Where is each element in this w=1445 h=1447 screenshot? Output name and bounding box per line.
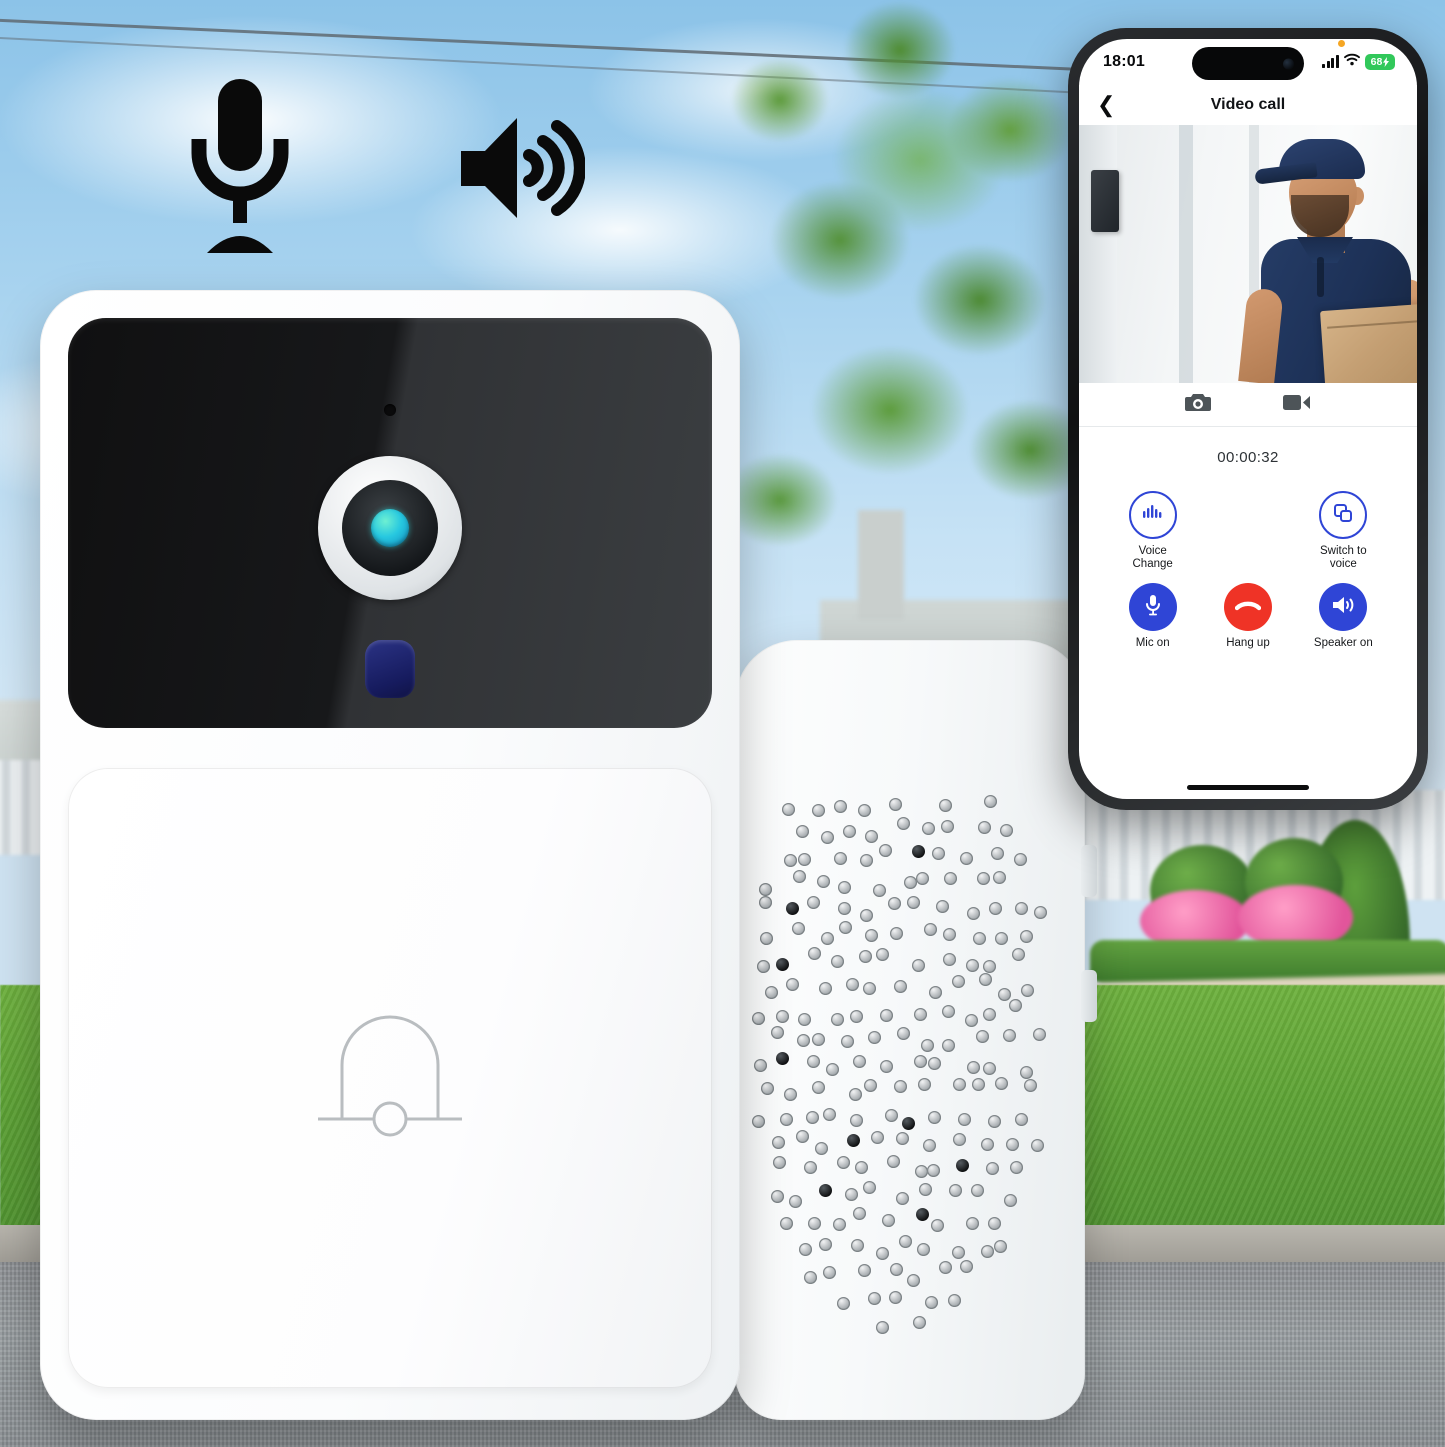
live-video-feed[interactable] <box>1079 125 1417 383</box>
voice-change-label: Voice Change <box>1133 545 1173 571</box>
microphone-icon <box>1144 593 1162 622</box>
call-timer-row: 00:00:32 <box>1079 427 1417 473</box>
speaker-toggle-button[interactable]: Speaker on <box>1297 583 1389 650</box>
switch-to-voice-label-line2: voice <box>1329 558 1357 571</box>
cardboard-package <box>1320 303 1417 383</box>
phone-screen: 18:01 68 ❮ Video call 00:00:32 Voice Cha… <box>1079 39 1417 799</box>
bell-icon <box>302 1001 478 1156</box>
feature-icon-group <box>185 75 586 265</box>
pinhole-microphone <box>384 404 396 416</box>
wifi-icon <box>1344 53 1360 71</box>
hang-up-label: Hang up <box>1226 637 1270 650</box>
voice-change-label-line1: Voice <box>1138 545 1167 557</box>
speaker-icon <box>1331 595 1355 620</box>
chime-volume-button[interactable] <box>1081 845 1097 897</box>
call-controls-grid: Voice Change Switch to voice Mic on Hang… <box>1105 491 1391 651</box>
battery-level: 68 <box>1370 56 1383 68</box>
status-bar: 18:01 68 <box>1079 39 1417 85</box>
nav-bar: ❮ Video call <box>1079 85 1417 125</box>
voice-change-button[interactable]: Voice Change <box>1107 491 1199 571</box>
video-wall-fixture <box>1091 170 1119 232</box>
mic-toggle-label: Mic on <box>1135 637 1170 650</box>
page-title: Video call <box>1210 96 1286 113</box>
speaker-icon <box>455 108 586 233</box>
mic-toggle-button[interactable]: Mic on <box>1107 583 1199 650</box>
camera-icon[interactable] <box>1185 392 1211 418</box>
camera-panel <box>68 318 712 728</box>
call-timer: 00:00:32 <box>1217 449 1279 466</box>
switch-to-voice-label-line1: Switch to <box>1319 545 1367 557</box>
phone-hangup-icon <box>1234 597 1262 618</box>
wireless-chime-receiver <box>735 640 1097 1420</box>
call-controls: Voice Change Switch to voice Mic on Hang… <box>1079 473 1417 799</box>
voice-waveform-icon <box>1142 504 1164 527</box>
switch-windows-icon <box>1332 502 1354 529</box>
video-doorbell-unit <box>40 290 740 1420</box>
chevron-left-icon[interactable]: ❮ <box>1097 94 1115 116</box>
switch-to-voice-circle <box>1319 491 1368 539</box>
home-indicator[interactable] <box>1187 785 1309 790</box>
microphone-icon <box>185 75 295 265</box>
orange-privacy-dot <box>1338 40 1346 47</box>
camera-lens <box>318 456 462 600</box>
doorbell-press-button[interactable] <box>68 768 712 1388</box>
hang-up-button[interactable]: Hang up <box>1202 583 1294 650</box>
lens-glass <box>371 509 409 547</box>
speaker-toggle-circle <box>1319 583 1368 632</box>
smartphone: 18:01 68 ❮ Video call 00:00:32 Voice Cha… <box>1068 28 1428 810</box>
media-action-row <box>1079 383 1417 427</box>
voice-change-circle <box>1128 491 1177 539</box>
video-camera-icon[interactable] <box>1283 393 1311 417</box>
person-shirt-placket <box>1317 257 1324 297</box>
dynamic-island <box>1192 47 1304 80</box>
speaker-grille <box>747 795 1052 1335</box>
status-time: 18:01 <box>1103 53 1145 70</box>
switch-to-voice-label: Switch to voice <box>1320 545 1367 571</box>
voice-change-label-line2: Change <box>1132 558 1173 571</box>
lens-barrel <box>342 480 438 576</box>
speaker-toggle-label: Speaker on <box>1313 637 1373 650</box>
pir-motion-sensor <box>365 640 415 698</box>
status-indicators: 68 <box>1322 40 1395 71</box>
delivery-person <box>1237 139 1417 383</box>
video-wall-left <box>1079 125 1117 383</box>
hang-up-circle <box>1223 583 1272 632</box>
chime-melody-button[interactable] <box>1081 970 1097 1022</box>
mic-toggle-circle <box>1128 583 1177 632</box>
switch-to-voice-button[interactable]: Switch to voice <box>1297 491 1389 571</box>
cellular-signal-icon <box>1322 55 1339 68</box>
video-wall-panel-1 <box>1179 125 1193 383</box>
battery-charging-icon: 68 <box>1365 54 1395 70</box>
